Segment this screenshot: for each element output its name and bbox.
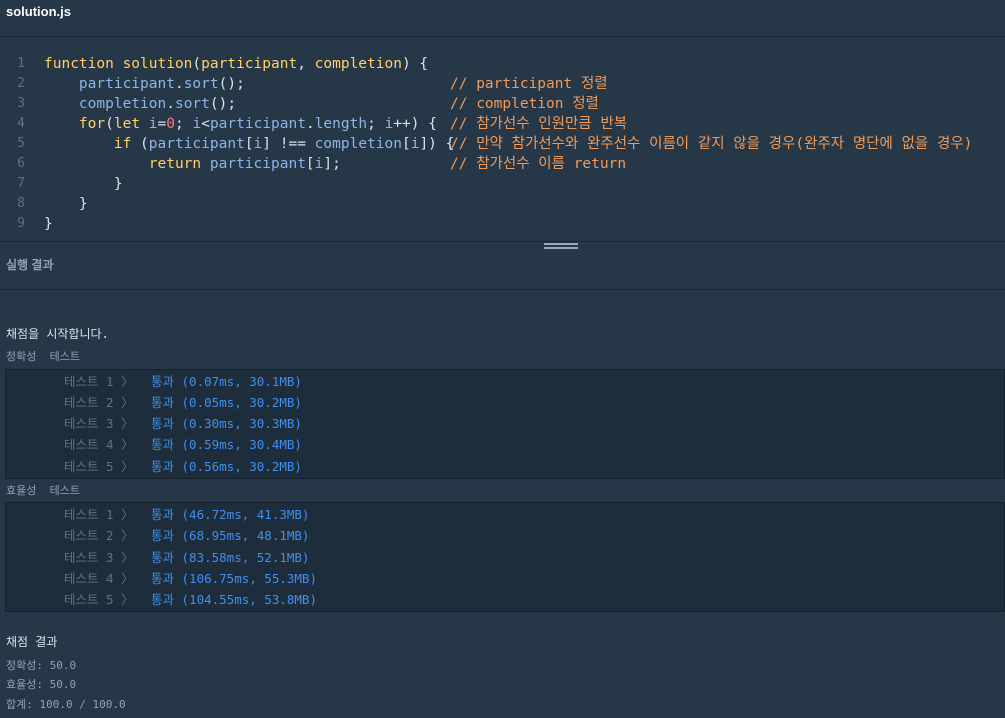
test-label: 테스트 1 〉	[64, 507, 134, 522]
code-line: 5 if (participant[i] !== completion[i]) …	[0, 134, 1005, 154]
efficiency-score: 효율성: 50.0	[6, 678, 77, 691]
code-comment: // 참가선수 이름 return	[450, 156, 627, 172]
test-result: 통과 (104.55ms, 53.8MB)	[151, 592, 317, 607]
code-text: completion.sort();	[78, 96, 237, 112]
grading-result-title: 채점 결과	[6, 635, 58, 649]
test-result: 통과 (0.30ms, 30.3MB)	[151, 416, 302, 431]
code-text: participant.sort();	[78, 76, 245, 92]
code-editor[interactable]: 1 function solution(participant, complet…	[0, 37, 1005, 242]
test-result: 통과 (83.58ms, 52.1MB)	[151, 550, 310, 565]
test-row: 테스트 3 〉 통과 (83.58ms, 52.1MB)	[6, 547, 1004, 568]
code-line: 7 }	[0, 174, 1005, 194]
code-text: }	[44, 176, 123, 192]
test-row: 테스트 2 〉 통과 (0.05ms, 30.2MB)	[6, 392, 1004, 413]
total-score: 합계: 100.0 / 100.0	[6, 698, 126, 711]
line-number: 6	[17, 156, 25, 171]
result-panel-header: 실행 결과	[0, 242, 1005, 290]
test-label: 테스트 5 〉	[64, 459, 134, 474]
line-number: 5	[17, 136, 25, 151]
test-label: 테스트 3 〉	[64, 416, 134, 431]
test-result: 통과 (0.59ms, 30.4MB)	[151, 437, 302, 452]
efficiency-test-list: 테스트 1 〉 통과 (46.72ms, 41.3MB) 테스트 2 〉 통과 …	[5, 502, 1005, 612]
line-number: 7	[17, 176, 25, 191]
code-line: 6 return participant[i]; // 참가선수 이름 retu…	[0, 154, 1005, 174]
code-line: 3 completion.sort(); // completion 정렬	[0, 94, 1005, 114]
file-tab[interactable]: solution.js	[0, 0, 1005, 37]
grading-start-message: 채점을 시작합니다.	[6, 327, 109, 341]
line-number: 9	[17, 216, 25, 231]
test-result: 통과 (0.07ms, 30.1MB)	[151, 374, 302, 389]
efficiency-test-header: 효율성 테스트	[6, 484, 80, 497]
line-number: 4	[17, 116, 25, 131]
test-result: 통과 (68.95ms, 48.1MB)	[151, 528, 310, 543]
line-number: 3	[17, 96, 25, 111]
test-row: 테스트 1 〉 통과 (46.72ms, 41.3MB)	[6, 504, 1004, 525]
test-result: 통과 (106.75ms, 55.3MB)	[151, 571, 317, 586]
code-line: 9 }	[0, 214, 1005, 234]
test-result: 통과 (46.72ms, 41.3MB)	[151, 507, 310, 522]
test-label: 테스트 1 〉	[64, 374, 134, 389]
accuracy-test-header: 정확성 테스트	[6, 350, 80, 363]
line-number: 8	[17, 196, 25, 211]
test-label: 테스트 5 〉	[64, 592, 134, 607]
test-result: 통과 (0.56ms, 30.2MB)	[151, 459, 302, 474]
code-line: 2 participant.sort(); // participant 정렬	[0, 74, 1005, 94]
code-text: for(let i=0; i<participant.length; i++) …	[78, 116, 437, 132]
code-comment: // participant 정렬	[450, 76, 608, 92]
code-comment: // completion 정렬	[450, 96, 599, 112]
test-label: 테스트 2 〉	[64, 528, 134, 543]
test-row: 테스트 4 〉 통과 (106.75ms, 55.3MB)	[6, 568, 1004, 589]
code-text: if (participant[i] !== completion[i]) {	[113, 136, 455, 152]
test-row: 테스트 1 〉 통과 (0.07ms, 30.1MB)	[6, 371, 1004, 392]
code-text: }	[44, 216, 53, 232]
code-comment: // 만약 참가선수와 완주선수 이름이 같지 않을 경우(완주자 명단에 없을…	[450, 136, 973, 152]
test-row: 테스트 5 〉 통과 (0.56ms, 30.2MB)	[6, 456, 1004, 477]
result-panel-title: 실행 결과	[6, 258, 54, 272]
code-text: function solution(participant, completio…	[44, 56, 429, 72]
code-text: return participant[i];	[148, 156, 341, 172]
accuracy-score: 정확성: 50.0	[6, 659, 77, 672]
accuracy-test-list: 테스트 1 〉 통과 (0.07ms, 30.1MB) 테스트 2 〉 통과 (…	[5, 369, 1005, 479]
line-number: 2	[17, 76, 25, 91]
file-name[interactable]: solution.js	[6, 4, 71, 19]
test-label: 테스트 4 〉	[64, 437, 134, 452]
code-line: 8 }	[0, 194, 1005, 214]
test-row: 테스트 4 〉 통과 (0.59ms, 30.4MB)	[6, 434, 1004, 455]
test-result: 통과 (0.05ms, 30.2MB)	[151, 395, 302, 410]
test-label: 테스트 3 〉	[64, 550, 134, 565]
code-line: 4 for(let i=0; i<participant.length; i++…	[0, 114, 1005, 134]
code-text: }	[44, 196, 88, 212]
test-label: 테스트 2 〉	[64, 395, 134, 410]
test-row: 테스트 2 〉 통과 (68.95ms, 48.1MB)	[6, 525, 1004, 546]
test-row: 테스트 5 〉 통과 (104.55ms, 53.8MB)	[6, 589, 1004, 610]
code-comment: // 참가선수 인원만큼 반복	[450, 116, 628, 132]
code-line: 1 function solution(participant, complet…	[0, 54, 1005, 74]
test-row: 테스트 3 〉 통과 (0.30ms, 30.3MB)	[6, 413, 1004, 434]
line-number: 1	[17, 56, 25, 71]
test-label: 테스트 4 〉	[64, 571, 134, 586]
